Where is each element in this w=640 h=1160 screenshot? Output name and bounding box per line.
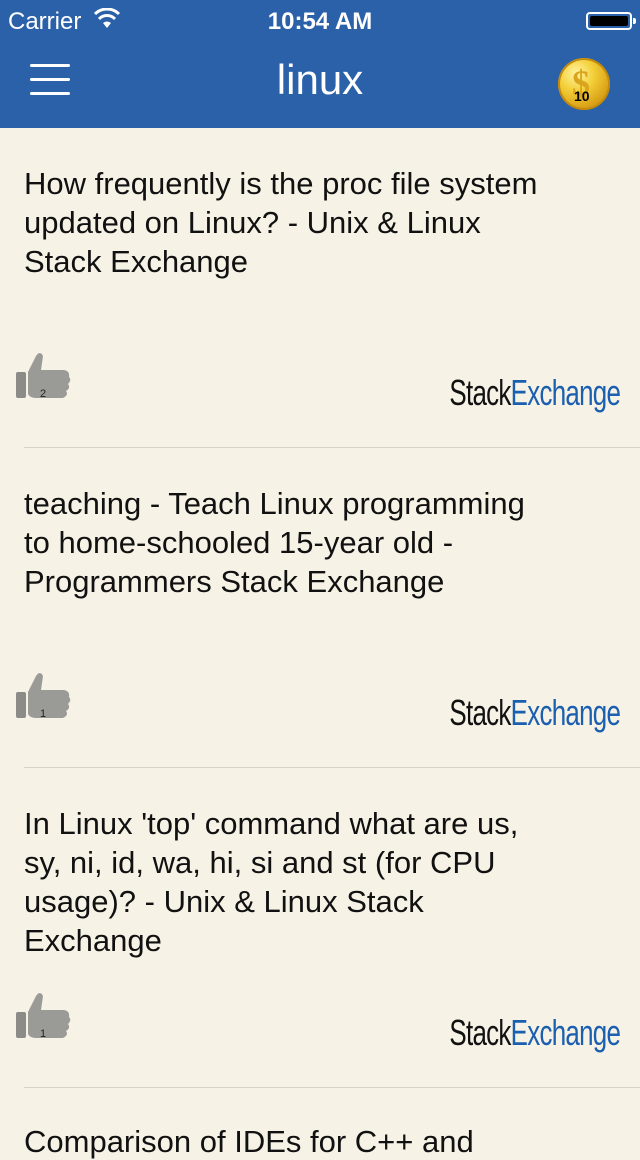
brand-part-a: Stack	[449, 692, 511, 733]
status-time: 10:54 AM	[267, 8, 373, 35]
stackexchange-logo: StackExchange	[449, 692, 620, 734]
item-title: teaching - Teach Linux programming to ho…	[24, 486, 525, 599]
like-count: 2	[40, 388, 47, 400]
list-item[interactable]: In Linux 'top' command what are us, sy, …	[0, 768, 640, 1088]
nav-header: Carrier 10:54 AM linux $ 10	[0, 0, 640, 128]
stackexchange-logo: StackExchange	[449, 1012, 620, 1054]
like-button[interactable]: 2	[14, 350, 74, 404]
partial-list-item-title[interactable]: Comparison of IDEs for C++ and	[24, 1124, 474, 1160]
brand-part-b: Exchange	[510, 1012, 620, 1053]
brand-part-b: Exchange	[510, 692, 620, 733]
like-button[interactable]: 1	[14, 670, 74, 724]
divider	[24, 1087, 640, 1088]
like-count: 1	[40, 1028, 47, 1040]
coin-count: 10	[574, 88, 590, 104]
list-item[interactable]: teaching - Teach Linux programming to ho…	[0, 448, 640, 768]
stackexchange-logo: StackExchange	[449, 372, 620, 414]
page-title: linux	[276, 56, 364, 103]
article-list: How frequently is the proc file system u…	[0, 128, 640, 1088]
like-count: 1	[40, 708, 47, 720]
brand-part-a: Stack	[449, 1012, 511, 1053]
brand-part-a: Stack	[449, 372, 511, 413]
brand-part-b: Exchange	[510, 372, 620, 413]
item-title: In Linux 'top' command what are us, sy, …	[24, 806, 519, 958]
coin-button[interactable]: $ 10	[558, 58, 610, 110]
battery-icon	[586, 12, 636, 30]
item-title: How frequently is the proc file system u…	[24, 166, 538, 279]
status-bar: Carrier 10:54 AM	[0, 0, 640, 40]
like-button[interactable]: 1	[14, 990, 74, 1044]
list-item[interactable]: How frequently is the proc file system u…	[0, 128, 640, 448]
